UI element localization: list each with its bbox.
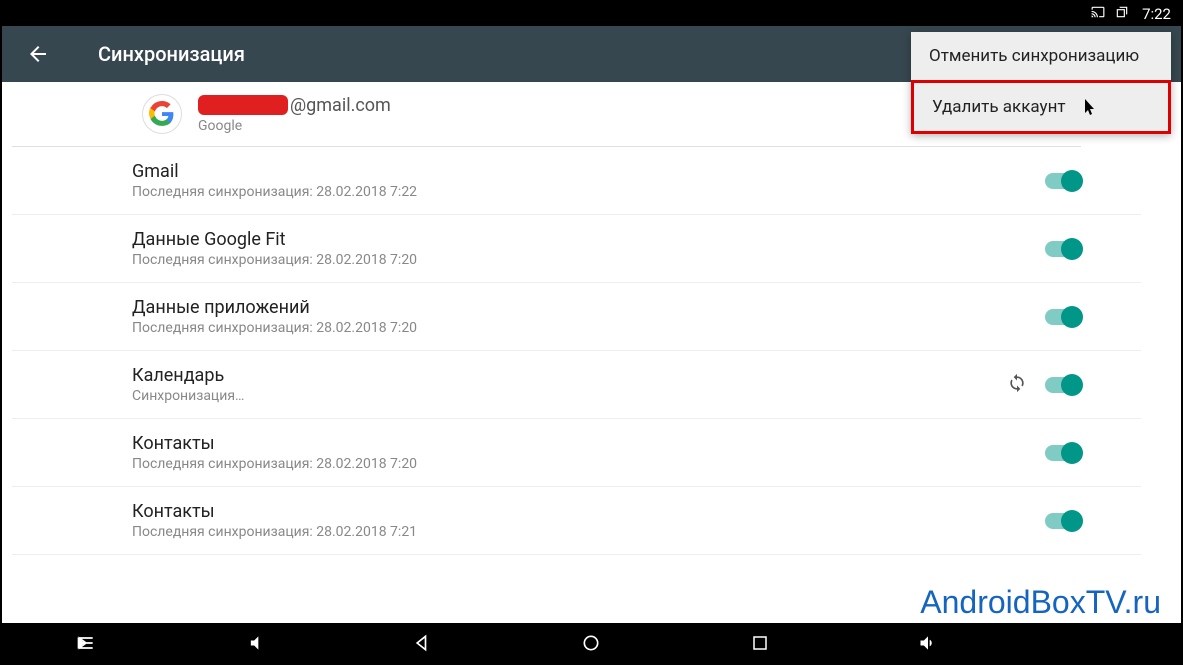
sync-item-subtitle: Последняя синхронизация: 28.02.2018 7:20 [132,456,417,472]
sync-controls [1045,513,1081,529]
sync-item[interactable]: Gmail Последняя синхронизация: 28.02.2018… [12,147,1141,215]
account-info: @gmail.com Google [198,95,391,134]
sync-item[interactable]: Контакты Последняя синхронизация: 28.02.2… [12,487,1141,555]
sync-item-title: Контакты [132,433,417,454]
sync-list: Gmail Последняя синхронизация: 28.02.2018… [2,147,1181,555]
menu-delete-account[interactable]: Удалить аккаунт [911,80,1171,134]
menu-cancel-sync[interactable]: Отменить синхронизацию [911,32,1171,80]
sync-item-title: Данные Google Fit [132,229,417,250]
windows-icon [1114,5,1130,23]
sync-item[interactable]: Данные приложений Последняя синхронизация… [12,283,1141,351]
status-clock: 7:22 [1142,5,1171,23]
sync-item-subtitle: Последняя синхронизация: 28.02.2018 7:22 [132,184,417,200]
sync-controls [1045,173,1081,189]
account-email: @gmail.com [198,95,391,116]
sync-item-title: Контакты [132,501,417,522]
sync-text: Данные приложений Последняя синхронизация… [132,297,417,336]
sync-controls [1007,373,1081,397]
email-suffix: @gmail.com [290,95,391,116]
cursor-icon [1084,99,1098,121]
sync-toggle[interactable] [1045,309,1081,325]
content-area: @gmail.com Google Gmail Последняя синхрон… [2,82,1181,623]
sync-toggle[interactable] [1045,173,1081,189]
sync-toggle[interactable] [1045,241,1081,257]
nav-back-button[interactable] [403,623,443,663]
menu-delete-label: Удалить аккаунт [932,97,1066,117]
sync-controls [1045,241,1081,257]
cast-icon [1090,5,1106,23]
sync-in-progress-icon [1007,373,1027,397]
sync-text: Контакты Последняя синхронизация: 28.02.2… [132,501,417,540]
sync-text: Данные Google Fit Последняя синхронизация… [132,229,417,268]
sync-item-subtitle: Последняя синхронизация: 28.02.2018 7:20 [132,320,417,336]
watermark: AndroidBoxTV.ru [920,584,1161,621]
sync-item-subtitle: Синхронизация… [132,388,244,404]
navigation-bar [2,623,1181,663]
sync-item-subtitle: Последняя синхронизация: 28.02.2018 7:20 [132,252,417,268]
sync-item-title: Gmail [132,161,417,182]
google-icon [142,94,182,134]
sync-text: Календарь Синхронизация… [132,365,244,404]
sync-item-title: Данные приложений [132,297,417,318]
sync-toggle[interactable] [1045,445,1081,461]
sync-item[interactable]: Контакты Последняя синхронизация: 28.02.2… [12,419,1141,487]
nav-spacer [1077,623,1117,663]
sync-item-title: Календарь [132,365,244,386]
sync-controls [1045,445,1081,461]
nav-volume-up-button[interactable] [908,623,948,663]
sync-controls [1045,309,1081,325]
sync-toggle[interactable] [1045,377,1081,393]
status-bar: 7:22 [2,2,1181,26]
nav-menu-button[interactable] [66,623,106,663]
nav-home-button[interactable] [571,623,611,663]
sync-item-subtitle: Последняя синхронизация: 28.02.2018 7:21 [132,524,417,540]
sync-item[interactable]: Данные Google Fit Последняя синхронизация… [12,215,1141,283]
nav-volume-down-button[interactable] [235,623,275,663]
sync-item[interactable]: Календарь Синхронизация… [12,351,1141,419]
sync-text: Gmail Последняя синхронизация: 28.02.2018… [132,161,417,200]
redacted-email-prefix [198,95,288,115]
nav-recents-button[interactable] [740,623,780,663]
back-button[interactable] [18,34,58,74]
overflow-menu: Отменить синхронизацию Удалить аккаунт [911,32,1171,134]
sync-text: Контакты Последняя синхронизация: 28.02.2… [132,433,417,472]
sync-toggle[interactable] [1045,513,1081,529]
page-title: Синхронизация [98,42,245,66]
